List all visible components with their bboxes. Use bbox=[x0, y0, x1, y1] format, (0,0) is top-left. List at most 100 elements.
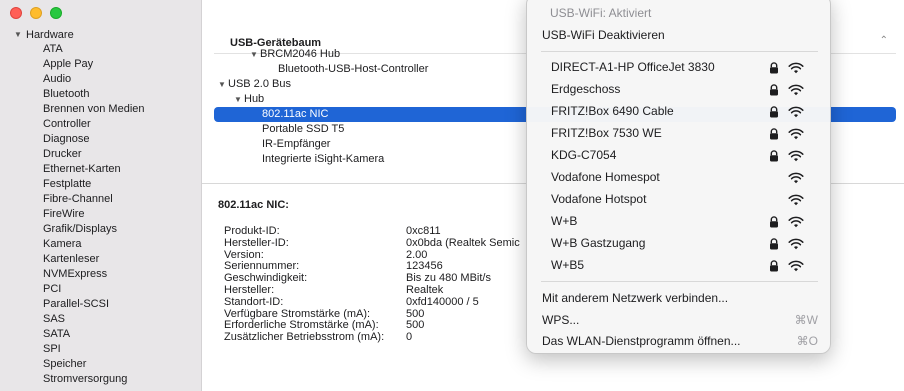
sidebar-item[interactable]: ATA bbox=[0, 42, 201, 57]
wifi-icon bbox=[788, 170, 804, 184]
sidebar-item[interactable]: Ethernet-Karten bbox=[0, 162, 201, 177]
property-key: Zusätzlicher Betriebsstrom (mA): bbox=[224, 331, 385, 344]
property-row: Hersteller: Realtek bbox=[224, 283, 520, 297]
window-controls bbox=[10, 7, 62, 19]
network-item[interactable]: Vodafone Hotspot bbox=[527, 188, 830, 210]
sidebar-item[interactable]: Kamera bbox=[0, 237, 201, 252]
network-item[interactable]: Erdgeschoss bbox=[527, 78, 830, 100]
sidebar-item[interactable]: Apple Pay bbox=[0, 57, 201, 72]
sidebar: ▼ Hardware ATA Apple Pay Audio Bluetooth Bre… bbox=[0, 0, 202, 391]
lock-icon bbox=[767, 236, 781, 250]
zoom-button[interactable] bbox=[50, 7, 62, 19]
sidebar-item[interactable]: NVMExpress bbox=[0, 267, 201, 282]
details-title: 802.11ac NIC: bbox=[218, 199, 289, 211]
network-name: Erdgeschoss bbox=[551, 82, 621, 96]
property-key: Hersteller-ID: bbox=[224, 236, 289, 249]
network-name: Vodafone Homespot bbox=[551, 170, 660, 184]
sidebar-tree: ▼ Hardware ATA Apple Pay Audio Bluetooth Bre… bbox=[0, 27, 201, 387]
property-value: 0x0bda (Realtek Semic bbox=[406, 236, 520, 249]
close-button[interactable] bbox=[10, 7, 22, 19]
property-row: Standort-ID: 0xfd140000 / 5 bbox=[224, 295, 520, 309]
network-item[interactable]: KDG-C7054 bbox=[527, 144, 830, 166]
other-network-label: Mit anderem Netzwerk verbinden... bbox=[542, 291, 729, 305]
sidebar-item[interactable]: Parallel-SCSI bbox=[0, 297, 201, 312]
wifi-icon bbox=[788, 104, 804, 118]
wifi-toggle-label: USB-WiFi Deaktivieren bbox=[542, 28, 665, 42]
sidebar-item[interactable]: Controller bbox=[0, 117, 201, 132]
wifi-icon bbox=[788, 214, 804, 228]
lock-icon bbox=[767, 82, 781, 96]
sidebar-item[interactable]: Audio bbox=[0, 72, 201, 87]
sidebar-item[interactable]: Fibre-Channel bbox=[0, 192, 201, 207]
sidebar-item[interactable]: FireWire bbox=[0, 207, 201, 222]
wifi-icon bbox=[788, 258, 804, 272]
lock-icon bbox=[767, 148, 781, 162]
sidebar-item[interactable]: Speicher bbox=[0, 357, 201, 372]
network-item[interactable]: W+B Gastzugang bbox=[527, 232, 830, 254]
network-item[interactable]: W+B5 bbox=[527, 254, 830, 276]
network-item[interactable]: DIRECT-A1-HP OfficeJet 3830 bbox=[527, 56, 830, 78]
open-wlan-utility-item[interactable]: Das WLAN-Dienstprogramm öffnen... ⌘O bbox=[527, 330, 830, 352]
tree-row-label: IR-Empfänger bbox=[262, 138, 331, 150]
minimize-button[interactable] bbox=[30, 7, 42, 19]
wifi-icon bbox=[788, 60, 804, 74]
tree-row-label: 802.11ac NIC bbox=[262, 108, 329, 120]
property-row: Zusätzlicher Betriebsstrom (mA): 0 bbox=[224, 331, 520, 344]
network-name: FRITZ!Box 6490 Cable bbox=[551, 104, 674, 118]
network-name: FRITZ!Box 7530 WE bbox=[551, 126, 662, 140]
sidebar-item[interactable]: PCI bbox=[0, 282, 201, 297]
network-name: W+B5 bbox=[551, 258, 585, 272]
property-value: 0 bbox=[406, 331, 413, 344]
wps-item[interactable]: WPS... ⌘W bbox=[527, 309, 830, 331]
sidebar-item[interactable]: Brennen von Medien bbox=[0, 102, 201, 117]
network-name: DIRECT-A1-HP OfficeJet 3830 bbox=[551, 60, 715, 74]
tree-row-label: USB 2.0 Bus bbox=[228, 78, 291, 90]
chevron-down-icon[interactable]: ▼ bbox=[218, 77, 228, 92]
network-item[interactable]: FRITZ!Box 7530 WE bbox=[527, 122, 830, 144]
wps-label: WPS... bbox=[542, 313, 580, 327]
sidebar-item[interactable]: Stromversorgung bbox=[0, 372, 201, 387]
wifi-icon bbox=[788, 82, 804, 96]
network-item[interactable]: FRITZ!Box 6490 Cable bbox=[527, 100, 830, 122]
lock-icon bbox=[767, 214, 781, 228]
sidebar-item[interactable]: SPI bbox=[0, 342, 201, 357]
menu-separator bbox=[541, 51, 818, 52]
sidebar-item[interactable]: Grafik/Displays bbox=[0, 222, 201, 237]
wifi-icon bbox=[788, 126, 804, 140]
properties-list: Produkt-ID: 0xc811 Hersteller-ID: 0x0bda (R… bbox=[224, 225, 520, 344]
sidebar-group-hardware[interactable]: ▼ Hardware bbox=[0, 27, 201, 42]
sidebar-item[interactable]: Diagnose bbox=[0, 132, 201, 147]
property-value: 0xfd140000 / 5 bbox=[406, 295, 479, 308]
sidebar-item[interactable]: SAS bbox=[0, 312, 201, 327]
network-name: Vodafone Hotspot bbox=[551, 192, 647, 206]
tree-row-label: Bluetooth-USB-Host-Controller bbox=[278, 63, 429, 75]
sidebar-item[interactable]: Kartenleser bbox=[0, 252, 201, 267]
chevron-down-icon[interactable]: ▼ bbox=[250, 47, 260, 62]
sidebar-item[interactable]: Drucker bbox=[0, 147, 201, 162]
sidebar-group-label: Hardware bbox=[26, 28, 74, 41]
menu-separator bbox=[541, 281, 818, 282]
other-network-item[interactable]: Mit anderem Netzwerk verbinden... bbox=[527, 287, 830, 309]
network-item[interactable]: Vodafone Homespot bbox=[527, 166, 830, 188]
open-wlan-utility-label: Das WLAN-Dienstprogramm öffnen... bbox=[542, 334, 741, 348]
sidebar-item[interactable]: Festplatte bbox=[0, 177, 201, 192]
chevron-up-icon[interactable]: ⌃ bbox=[880, 35, 888, 46]
wifi-icon bbox=[788, 148, 804, 162]
property-key: Hersteller: bbox=[224, 283, 275, 296]
wps-shortcut: ⌘W bbox=[794, 313, 818, 327]
property-row: Hersteller-ID: 0x0bda (Realtek Semic bbox=[224, 236, 520, 250]
sidebar-item[interactable]: SATA bbox=[0, 327, 201, 342]
wifi-menu: USB-WiFi: Aktiviert USB-WiFi Deaktiviere… bbox=[526, 0, 831, 354]
lock-icon bbox=[767, 104, 781, 118]
chevron-down-icon[interactable]: ▼ bbox=[14, 30, 24, 39]
sidebar-items: ATA Apple Pay Audio Bluetooth Brennen von Me… bbox=[0, 42, 201, 387]
chevron-down-icon[interactable]: ▼ bbox=[234, 92, 244, 107]
open-wlan-utility-shortcut: ⌘O bbox=[796, 334, 818, 348]
wifi-icon bbox=[788, 236, 804, 250]
network-item[interactable]: W+B bbox=[527, 210, 830, 232]
property-value: Realtek bbox=[406, 283, 444, 296]
lock-icon bbox=[767, 60, 781, 74]
sidebar-item[interactable]: Bluetooth bbox=[0, 87, 201, 102]
tree-row-label: Hub bbox=[244, 93, 265, 105]
wifi-toggle-item[interactable]: USB-WiFi Deaktivieren bbox=[527, 24, 830, 46]
